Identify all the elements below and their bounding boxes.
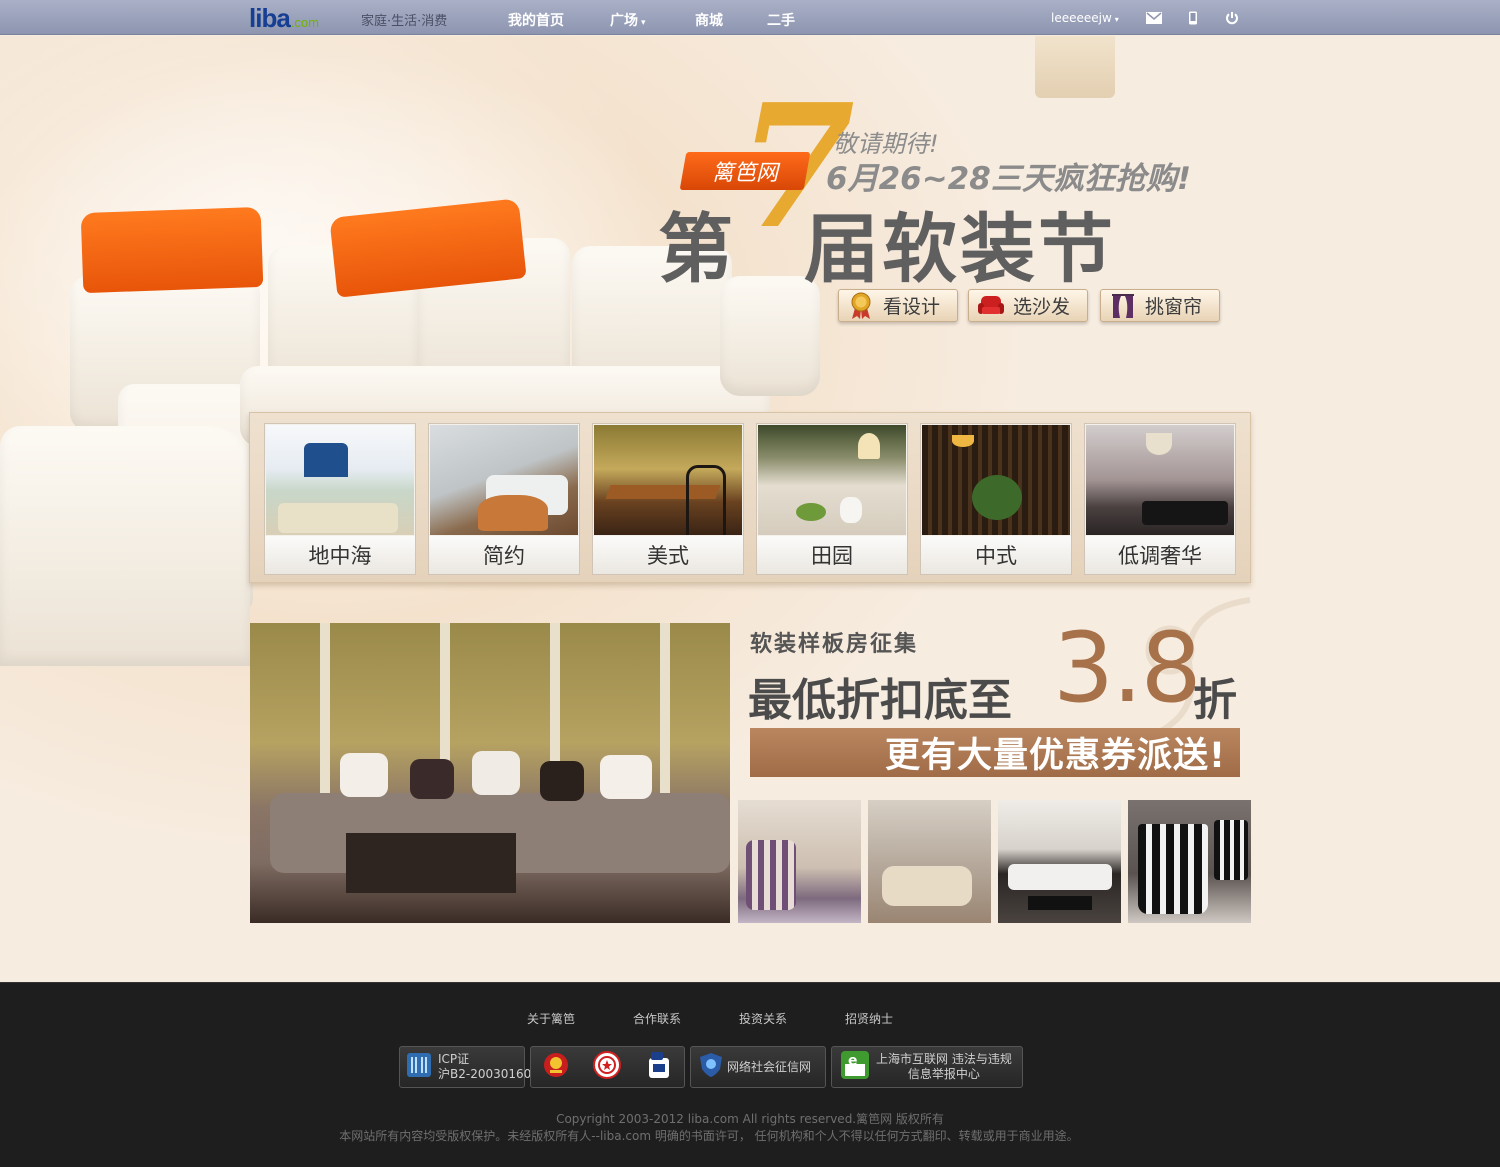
coupon-banner[interactable]: 更有大量优惠券派送! — [750, 728, 1240, 777]
wall-lamp-image — [1035, 36, 1115, 98]
nav-mall[interactable]: 商城 — [695, 10, 723, 30]
promo-main-suffix: 折 — [1193, 675, 1237, 726]
thumb-pillows-photo[interactable] — [868, 800, 991, 923]
icp-license-badge[interactable]: ICP证 沪B2-20030160 — [399, 1046, 531, 1088]
view-design-label: 看设计 — [883, 296, 941, 318]
style-label: 低调奢华 — [1085, 536, 1235, 574]
sofa-icon — [977, 292, 1005, 320]
mediterranean-room-photo — [266, 425, 414, 535]
style-gallery: 地中海 简约 美式 田园 中式 低调奢华 — [249, 412, 1251, 583]
choose-sofa-label: 选沙发 — [1013, 296, 1071, 318]
chinese-room-photo — [922, 425, 1070, 535]
icp-line-1: ICP证 — [438, 1052, 470, 1066]
nav-home-label: 我的首页 — [508, 13, 564, 29]
curtain-icon — [1109, 292, 1137, 320]
nav-mall-label: 商城 — [695, 13, 723, 29]
power-icon[interactable] — [1224, 11, 1240, 25]
style-card-mediterranean[interactable]: 地中海 — [264, 423, 416, 575]
style-label: 简约 — [429, 536, 579, 574]
top-navigation-bar: liba .com 家庭·生活·消费 我的首页 广场 ▾ 商城 二手 leeeee… — [0, 0, 1500, 35]
copyright-notice: 本网站所有内容均受版权保护。未经版权所有人--liba.com 明确的书面许可，… — [339, 1129, 1079, 1143]
minimalist-room-photo — [430, 425, 578, 535]
liba-logo[interactable]: liba .com — [249, 3, 319, 33]
style-card-american[interactable]: 美式 — [592, 423, 744, 575]
style-label: 地中海 — [265, 536, 415, 574]
thumb-black-sofa-photo[interactable] — [998, 800, 1121, 923]
footer-link-about[interactable]: 关于篱笆 — [527, 1010, 575, 1027]
report-e-icon: e — [840, 1050, 870, 1084]
style-card-minimalist[interactable]: 简约 — [428, 423, 580, 575]
chevron-down-icon: ▾ — [1114, 15, 1119, 24]
pick-curtain-button[interactable]: 挑窗帘 — [1100, 289, 1220, 322]
style-label: 美式 — [593, 536, 743, 574]
mobile-icon[interactable] — [1185, 11, 1201, 25]
style-label: 中式 — [921, 536, 1071, 574]
choose-sofa-button[interactable]: 选沙发 — [968, 289, 1088, 322]
thumb-striped-cup-photo[interactable] — [1128, 800, 1251, 923]
chevron-down-icon: ▾ — [641, 18, 646, 28]
police-badges[interactable] — [530, 1046, 685, 1088]
style-label: 田园 — [757, 536, 907, 574]
living-room-feature-photo[interactable] — [250, 623, 730, 923]
luxury-room-photo — [1086, 425, 1234, 535]
illegal-info-report-badge[interactable]: e 上海市互联网 违法与违规 信息举报中心 — [831, 1046, 1023, 1088]
mail-icon[interactable] — [1146, 11, 1162, 25]
icp-icon — [406, 1051, 432, 1083]
liba-tag-label: 篱笆网 — [711, 161, 778, 186]
title-part-2: 届软装节 — [804, 205, 1117, 293]
svg-text:e: e — [848, 1053, 858, 1069]
credit-network-badge[interactable]: 网络社会征信网 — [690, 1046, 826, 1088]
cyber-police-icon — [645, 1050, 673, 1084]
style-card-chinese[interactable]: 中式 — [920, 423, 1072, 575]
coupon-banner-label: 更有大量优惠券派送! — [885, 736, 1226, 776]
thumb-armchair-photo[interactable] — [738, 800, 861, 923]
footer-link-careers[interactable]: 招贤纳士 — [845, 1010, 893, 1027]
nav-secondhand-label: 二手 — [767, 13, 795, 29]
view-design-button[interactable]: 看设计 — [838, 289, 958, 322]
pick-curtain-label: 挑窗帘 — [1145, 296, 1203, 318]
nav-secondhand[interactable]: 二手 — [767, 10, 795, 30]
footer-link-investor[interactable]: 投资关系 — [739, 1010, 787, 1027]
orange-pillow — [80, 206, 264, 294]
report-line-2: 信息举报中心 — [907, 1067, 980, 1081]
promo-discount-number: 3.8 — [1053, 612, 1202, 724]
user-menu[interactable]: leeeeeejw ▾ — [1051, 11, 1119, 25]
title-part-1: 第 — [658, 205, 737, 293]
report-line-1: 上海市互联网 违法与违规 — [876, 1052, 1012, 1066]
police-emblem-icon — [542, 1051, 570, 1083]
username-label: leeeeeejw — [1051, 11, 1112, 25]
nav-home[interactable]: 我的首页 — [508, 10, 564, 30]
icp-line-2: 沪B2-20030160 — [438, 1067, 532, 1081]
site-footer: 关于篱笆 合作联系 投资关系 招贤纳士 ICP证 沪B2-20030160 网络社… — [0, 982, 1500, 1167]
nav-square-label: 广场 — [610, 13, 638, 29]
promo-subtitle: 软装样板房征集 — [750, 632, 919, 657]
copyright-text: Copyright 2003-2012 liba.com All rights … — [556, 1112, 944, 1126]
country-room-photo — [758, 425, 906, 535]
style-card-country[interactable]: 田园 — [756, 423, 908, 575]
style-card-low-key-luxury[interactable]: 低调奢华 — [1084, 423, 1236, 575]
site-slogan: 家庭·生活·消费 — [361, 14, 448, 29]
logo-wordmark: liba — [249, 3, 291, 33]
promo-main-prefix: 最低折扣底至 — [748, 675, 1012, 726]
medal-icon — [847, 292, 875, 320]
police-seal-icon — [592, 1050, 622, 1084]
nav-square[interactable]: 广场 ▾ — [610, 10, 646, 30]
headline-festival-title: 第届软装节 — [658, 188, 1116, 297]
american-dining-photo — [594, 425, 742, 535]
liba-tag-badge: 篱笆网 — [679, 152, 811, 190]
logo-suffix: .com — [290, 15, 319, 30]
credit-network-label: 网络社会征信网 — [727, 1059, 812, 1074]
footer-link-contact[interactable]: 合作联系 — [633, 1010, 681, 1027]
shield-icon — [699, 1052, 723, 1082]
